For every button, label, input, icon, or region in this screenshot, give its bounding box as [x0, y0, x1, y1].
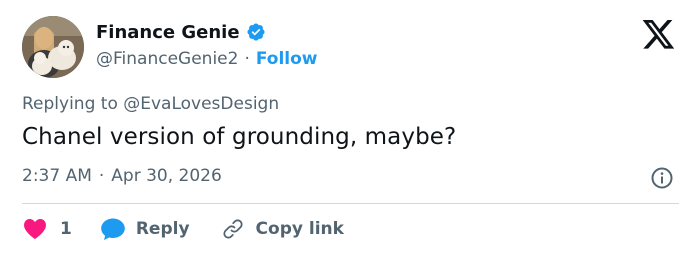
reply-label: Reply	[135, 219, 190, 239]
like-count: 1	[60, 219, 72, 239]
author-handle[interactable]: @FinanceGenie2	[96, 49, 238, 69]
divider	[22, 203, 679, 204]
tweet-time: 2:37 AM	[22, 166, 92, 186]
handle-separator: ·	[244, 49, 250, 69]
tweet-text: Chanel version of grounding, maybe?	[22, 124, 457, 150]
like-button[interactable]: 1	[22, 216, 72, 242]
copy-link-label: Copy link	[255, 219, 344, 239]
tweet-timestamp[interactable]: 2:37 AM · Apr 30, 2026	[22, 166, 222, 186]
author-handle-row: @FinanceGenie2 · Follow	[96, 48, 318, 70]
speech-bubble-icon	[100, 216, 126, 242]
timestamp-separator: ·	[98, 166, 105, 186]
tweet-date: Apr 30, 2026	[111, 166, 222, 186]
reply-button[interactable]: Reply	[100, 216, 190, 242]
replying-to-line: Replying to @EvaLovesDesign	[22, 94, 279, 114]
replying-mention-link[interactable]: @EvaLovesDesign	[123, 94, 279, 114]
tweet-embed-card: Finance Genie @FinanceGenie2 · Follow Re…	[0, 0, 700, 256]
x-logo-icon[interactable]	[642, 20, 676, 50]
author-display-name[interactable]: Finance Genie	[96, 22, 240, 43]
author-name-row: Finance Genie	[96, 20, 266, 44]
copy-link-button[interactable]: Copy link	[220, 216, 344, 242]
info-icon[interactable]	[650, 166, 674, 190]
avatar[interactable]	[22, 16, 84, 78]
replying-prefix: Replying to	[22, 94, 118, 114]
follow-button[interactable]: Follow	[256, 49, 318, 69]
verified-badge-icon	[246, 22, 266, 42]
avatar-photo	[22, 16, 84, 78]
action-bar: 1 Reply Copy link	[22, 216, 344, 242]
link-icon	[220, 216, 246, 242]
heart-icon	[22, 216, 48, 242]
